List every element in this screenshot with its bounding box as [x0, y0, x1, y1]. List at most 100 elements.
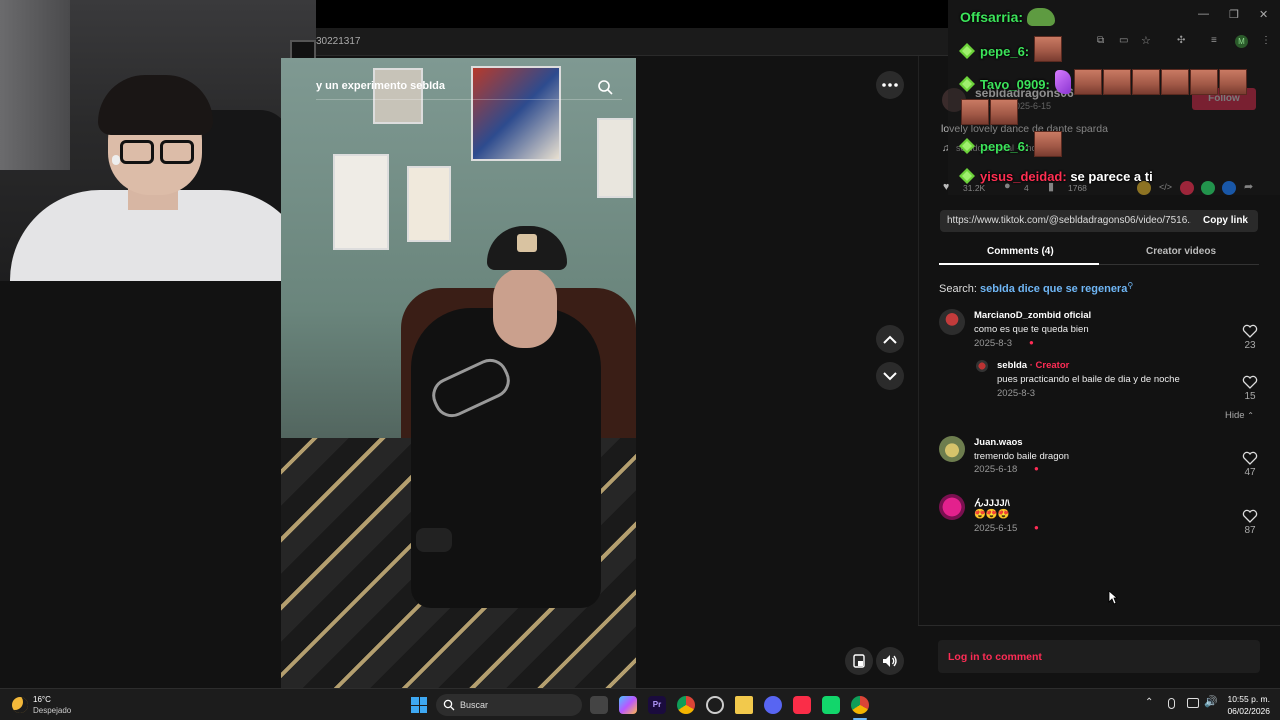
- tab-comments[interactable]: Comments (4): [987, 246, 1054, 257]
- frog-emote-icon: [1027, 8, 1056, 26]
- comment-username[interactable]: Juan.waos: [974, 437, 1023, 448]
- tab-creator-videos[interactable]: Creator videos: [1146, 246, 1216, 257]
- miniplayer-button[interactable]: [845, 647, 873, 675]
- weather-description[interactable]: Despejado: [33, 706, 71, 715]
- previous-video-button[interactable]: [876, 325, 904, 353]
- login-to-comment-link[interactable]: Log in to comment: [948, 651, 1042, 663]
- settings-icon[interactable]: [706, 696, 724, 714]
- heart-icon[interactable]: [1242, 375, 1258, 389]
- capcut-icon[interactable]: [822, 696, 840, 714]
- avatar[interactable]: [939, 494, 965, 520]
- video-person-face: [493, 268, 557, 348]
- video-player[interactable]: [281, 58, 636, 688]
- chat-channel-header: Offsarria:: [960, 8, 1056, 26]
- reply-username-text: sebIda: [997, 360, 1028, 371]
- search-icon[interactable]: [596, 78, 614, 96]
- comment-username[interactable]: MarcianoD_zombid oficial: [974, 310, 1091, 321]
- face-emote-icon: [1161, 69, 1190, 95]
- comment-username[interactable]: んJJJJ/\: [974, 495, 1010, 509]
- gem-badge-icon: [959, 168, 975, 184]
- heart-icon[interactable]: [1242, 324, 1258, 338]
- related-search-prefix: Search:: [939, 283, 977, 295]
- task-view-icon[interactable]: [590, 696, 608, 714]
- taskbar-search[interactable]: Buscar: [436, 694, 582, 716]
- chrome-profile-icon[interactable]: [851, 696, 869, 714]
- profile-avatar[interactable]: M: [1235, 35, 1248, 48]
- menu-icon[interactable]: ⋮: [1261, 35, 1271, 46]
- chat-message: pepe_6:: [958, 36, 1062, 62]
- reply-icon[interactable]: ●: [1034, 464, 1039, 473]
- close-button[interactable]: ✕: [1259, 8, 1268, 21]
- copy-link-button[interactable]: Copy link: [1203, 215, 1248, 226]
- chat-text: se parece a ti: [1070, 169, 1153, 184]
- translate-icon[interactable]: ⧉: [1097, 35, 1104, 46]
- windows-start-icon[interactable]: [411, 697, 427, 713]
- reply-username[interactable]: sebIda · Creator: [997, 360, 1069, 371]
- mouse-cursor-icon: [1108, 590, 1118, 605]
- file-explorer-icon[interactable]: [735, 696, 753, 714]
- chrome-icon[interactable]: [677, 696, 695, 714]
- webcam-window: [0, 0, 70, 170]
- login-to-comment-box[interactable]: Log in to comment: [938, 640, 1260, 673]
- weather-temperature[interactable]: 16°C: [33, 695, 51, 704]
- avatar[interactable]: [939, 436, 965, 462]
- comment-text: 😍😍😍: [974, 509, 1010, 520]
- heart-icon[interactable]: [1242, 509, 1258, 523]
- microphone-icon[interactable]: [1168, 698, 1175, 709]
- face-emote-icon: [1033, 131, 1062, 157]
- restore-button[interactable]: ❐: [1229, 8, 1239, 21]
- address-text: 30221317: [316, 36, 361, 47]
- search-icon: ⚲: [1127, 281, 1134, 290]
- music-app-icon[interactable]: [793, 696, 811, 714]
- premiere-icon[interactable]: Pr: [648, 696, 666, 714]
- gem-badge-icon: [959, 138, 975, 154]
- chat-username: Tavo_0909:: [980, 77, 1050, 92]
- gem-badge-icon: [959, 43, 975, 59]
- face-emote-icon: [1033, 36, 1062, 62]
- face-emote-icon: [1132, 69, 1161, 95]
- copilot-icon[interactable]: [619, 696, 637, 714]
- reply-text: pues practicando el baile de dia y de no…: [997, 374, 1180, 385]
- media-icon[interactable]: ≡: [1211, 35, 1217, 46]
- webcam-overlay: [0, 0, 316, 281]
- taskbar-time[interactable]: 10:55 p. m.: [1226, 694, 1270, 704]
- related-search[interactable]: Search: sebIda dice que se regenera⚲: [939, 281, 1133, 295]
- star-icon[interactable]: ☆: [1141, 34, 1151, 47]
- avatar[interactable]: [976, 360, 988, 372]
- extensions-icon[interactable]: ✣: [1177, 35, 1185, 46]
- reply-icon[interactable]: ●: [1034, 523, 1039, 532]
- video-search-bar[interactable]: y un experimento sebIda: [316, 74, 622, 100]
- more-options-button[interactable]: [876, 71, 904, 99]
- taskbar-date[interactable]: 06/02/2026: [1222, 706, 1270, 716]
- chat-username: pepe_6:: [980, 139, 1030, 154]
- face-emote-icon: [1219, 69, 1248, 95]
- discord-icon[interactable]: [764, 696, 782, 714]
- share-url: https://www.tiktok.com/@sebldadragons06/…: [947, 215, 1191, 226]
- share-url-box[interactable]: https://www.tiktok.com/@sebldadragons06/…: [940, 210, 1258, 232]
- like-count: 47: [1244, 467, 1256, 478]
- moon-weather-icon[interactable]: [12, 697, 28, 713]
- chat-message: Tavo_0909:: [958, 69, 1248, 95]
- chevron-up-icon[interactable]: ⌃: [1145, 697, 1153, 708]
- heart-icon[interactable]: [1242, 451, 1258, 465]
- minimize-button[interactable]: —: [1198, 8, 1209, 20]
- webcam-glasses: [120, 140, 196, 164]
- avatar[interactable]: [939, 309, 965, 335]
- creator-tag: · Creator: [1029, 360, 1070, 371]
- volume-button[interactable]: [876, 647, 904, 675]
- webcam-earbud: [112, 155, 120, 165]
- hide-replies-button[interactable]: Hide ⌃: [1225, 410, 1254, 421]
- reply-icon[interactable]: ●: [1029, 338, 1034, 347]
- like-count: 23: [1244, 340, 1256, 351]
- cast-icon[interactable]: ▭: [1119, 35, 1128, 46]
- chevron-up-icon: ⌃: [1247, 411, 1254, 420]
- taskbar-search-placeholder: Buscar: [460, 700, 489, 710]
- video-poster: [597, 118, 633, 198]
- related-search-query[interactable]: sebIda dice que se regenera: [980, 283, 1127, 295]
- taskbar: 16°C Despejado Buscar Pr ⌃ 🔊 10:55 p. m.…: [0, 688, 1280, 720]
- address-bar[interactable]: 30221317: [316, 28, 948, 56]
- next-video-button[interactable]: [876, 362, 904, 390]
- browser-top-bar: [316, 0, 948, 28]
- volume-icon[interactable]: 🔊: [1204, 695, 1218, 708]
- network-icon[interactable]: [1187, 698, 1199, 708]
